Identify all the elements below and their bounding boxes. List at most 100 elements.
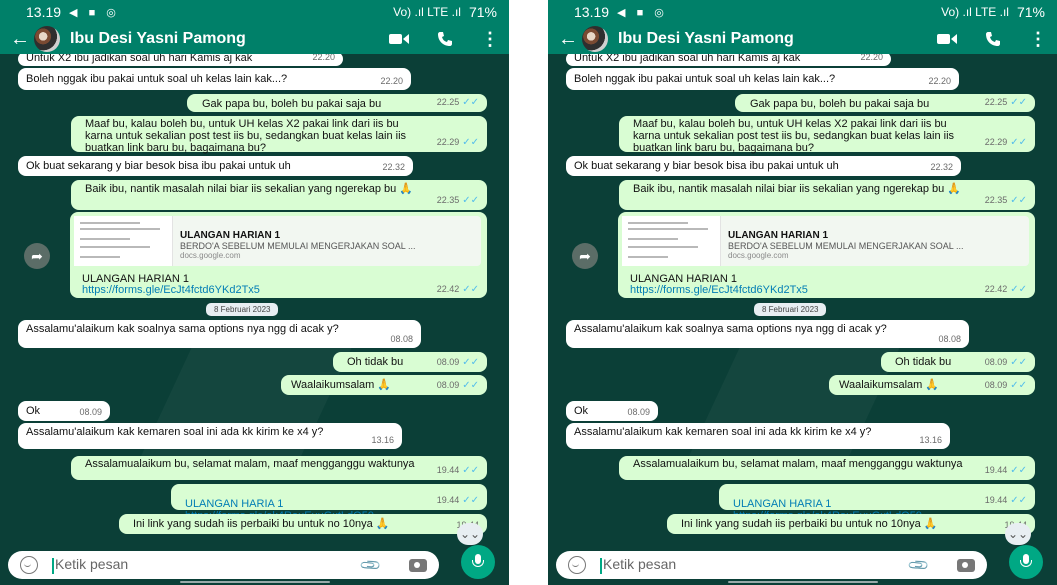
emoji-icon[interactable] [568, 556, 586, 574]
message-outgoing[interactable]: ULANGAN HARIA 1 https://forms.gle/ok4Rau… [719, 484, 1035, 522]
message-time: 22.20 [380, 76, 403, 86]
read-receipt-icon: ✓✓ [1010, 495, 1027, 506]
link-message[interactable]: ULANGAN HARIAN 1 BERDO'A SEBELUM MEMULAI… [618, 212, 1035, 298]
form-thumbnail [622, 216, 721, 266]
message-outgoing[interactable]: Ini link yang sudah iis perbaiki bu untu… [667, 514, 1035, 534]
message-outgoing[interactable]: Baik ibu, nantik masalah nilai biar iis … [619, 180, 1035, 210]
message-composer[interactable]: Ketik pesan 📎 [8, 551, 439, 579]
link-url[interactable]: https://forms.gle/EcJt4fctd6YKd2Tx5 [630, 284, 808, 296]
message-incoming[interactable]: Untuk X2 ibu jadikan soal uh hari Kamis … [18, 54, 343, 66]
message-incoming[interactable]: Assalamu'alaikum kak kemaren soal ini ad… [18, 423, 402, 449]
attach-icon[interactable]: 📎 [358, 553, 382, 577]
message-outgoing[interactable]: Baik ibu, nantik masalah nilai biar iis … [71, 180, 487, 210]
menu-icon[interactable]: ⋮ [481, 29, 499, 50]
message-time: 22.25 [984, 97, 1008, 107]
message-text: Assalamualaikum bu, selamat malam, maaf … [85, 458, 415, 470]
message-incoming[interactable]: Assalamu'alaikum kak soalnya sama option… [18, 320, 421, 348]
message-incoming[interactable]: Boleh nggak ibu pakai untuk soal uh kela… [18, 68, 411, 90]
link-preview[interactable]: ULANGAN HARIAN 1 BERDO'A SEBELUM MEMULAI… [74, 216, 481, 266]
scroll-down-icon[interactable]: ⌄⌄ [1005, 523, 1031, 545]
link-message[interactable]: ULANGAN HARIAN 1 BERDO'A SEBELUM MEMULAI… [70, 212, 487, 298]
date-divider: 8 Februari 2023 [206, 303, 279, 316]
back-arrow-icon[interactable]: ← [10, 28, 30, 51]
notification-icons: ◀ ■ ◎ [617, 6, 668, 19]
message-time: 22.35 [984, 195, 1008, 205]
message-text: Assalamu'alaikum kak kemaren soal ini ad… [26, 426, 324, 438]
message-time: 08.09 [984, 380, 1008, 390]
message-time: 08.09 [79, 407, 102, 417]
forward-icon[interactable]: ➦ [572, 243, 598, 269]
message-incoming[interactable]: Untuk X2 ibu jadikan soal uh hari Kamis … [566, 54, 891, 66]
contact-name[interactable]: Ibu Desi Yasni Pamong [618, 30, 794, 48]
camera-icon[interactable] [957, 558, 975, 572]
menu-icon[interactable]: ⋮ [1029, 29, 1047, 50]
message-time: 19.44 [436, 495, 460, 505]
avatar[interactable] [582, 26, 608, 52]
message-incoming[interactable]: Ok buat sekarang y biar besok bisa ibu p… [18, 156, 413, 176]
read-receipt-icon: ✓✓ [462, 495, 479, 506]
message-outgoing[interactable]: Gak papa bu, boleh bu pakai saja bu 22.2… [187, 94, 487, 112]
avatar[interactable] [34, 26, 60, 52]
message-input[interactable]: Ketik pesan [55, 556, 128, 572]
message-outgoing[interactable]: Ini link yang sudah iis perbaiki bu untu… [119, 514, 487, 534]
scroll-down-icon[interactable]: ⌄⌄ [457, 523, 483, 545]
link-preview[interactable]: ULANGAN HARIAN 1 BERDO'A SEBELUM MEMULAI… [622, 216, 1029, 266]
mic-button[interactable] [1009, 545, 1043, 579]
back-arrow-icon[interactable]: ← [558, 28, 578, 51]
message-outgoing[interactable]: ULANGAN HARIA 1 https://forms.gle/ok4Rau… [171, 484, 487, 522]
message-text: Maaf bu, kalau boleh bu, untuk UH kelas … [85, 118, 407, 154]
message-incoming[interactable]: Ok buat sekarang y biar besok bisa ibu p… [566, 156, 961, 176]
link-url[interactable]: https://forms.gle/EcJt4fctd6YKd2Tx5 [82, 284, 260, 296]
camera-icon[interactable] [409, 558, 427, 572]
message-outgoing[interactable]: Gak papa bu, boleh bu pakai saja bu 22.2… [735, 94, 1035, 112]
message-incoming[interactable]: Boleh nggak ibu pakai untuk soal uh kela… [566, 68, 959, 90]
message-text: Boleh nggak ibu pakai untuk soal uh kela… [26, 73, 288, 85]
message-outgoing[interactable]: Assalamualaikum bu, selamat malam, maaf … [619, 456, 1035, 480]
message-text: Assalamu'alaikum kak kemaren soal ini ad… [574, 426, 872, 438]
chat-header: ← Ibu Desi Yasni Pamong ⋮ [548, 24, 1057, 54]
message-time: 19.44 [984, 495, 1008, 505]
video-call-icon[interactable] [389, 33, 409, 45]
message-incoming[interactable]: Ok 08.09 [18, 401, 110, 421]
battery-level: 71% [468, 4, 497, 20]
message-time: 22.35 [436, 195, 460, 205]
message-time: 19.44 [984, 465, 1008, 475]
message-outgoing[interactable]: Maaf bu, kalau boleh bu, untuk UH kelas … [619, 116, 1035, 154]
message-outgoing[interactable]: Oh tidak bu 08.09 ✓✓ [333, 352, 487, 372]
emoji-icon[interactable] [20, 556, 38, 574]
message-composer[interactable]: Ketik pesan 📎 [556, 551, 987, 579]
message-outgoing[interactable]: Assalamualaikum bu, selamat malam, maaf … [71, 456, 487, 480]
chat-screen-left: 13.19 ◀ ■ ◎ Vo) .ıl LTE .ıl 71% ← Ibu De… [0, 0, 509, 585]
message-outgoing[interactable]: Waalaikumsalam 🙏 08.09 ✓✓ [281, 375, 487, 395]
notification-icons: ◀ ■ ◎ [69, 6, 120, 19]
phone-icon[interactable] [437, 31, 453, 47]
mic-button[interactable] [461, 545, 495, 579]
forward-icon[interactable]: ➦ [24, 243, 50, 269]
message-input[interactable]: Ketik pesan [603, 556, 676, 572]
message-outgoing[interactable]: Maaf bu, kalau boleh bu, untuk UH kelas … [71, 116, 487, 154]
message-incoming[interactable]: Ok 08.09 [566, 401, 658, 421]
phone-icon[interactable] [985, 31, 1001, 47]
read-receipt-icon: ✓✓ [1010, 137, 1027, 148]
read-receipt-icon: ✓✓ [462, 465, 479, 476]
read-receipt-icon: ✓✓ [462, 380, 479, 391]
message-text: Waalaikumsalam 🙏 [839, 379, 940, 391]
preview-host: docs.google.com [728, 251, 789, 260]
message-time: 22.25 [436, 97, 460, 107]
message-incoming[interactable]: Assalamu'alaikum kak kemaren soal ini ad… [566, 423, 950, 449]
message-text: Baik ibu, nantik masalah nilai biar iis … [633, 183, 961, 195]
message-outgoing[interactable]: Waalaikumsalam 🙏 08.09 ✓✓ [829, 375, 1035, 395]
message-time: 13.16 [919, 435, 942, 445]
attach-icon[interactable]: 📎 [906, 553, 930, 577]
message-incoming[interactable]: Assalamu'alaikum kak soalnya sama option… [566, 320, 969, 348]
message-text: Boleh nggak ibu pakai untuk soal uh kela… [574, 73, 836, 85]
preview-title: ULANGAN HARIAN 1 [728, 230, 828, 241]
video-call-icon[interactable] [937, 33, 957, 45]
message-text: Baik ibu, nantik masalah nilai biar iis … [85, 183, 413, 195]
contact-name[interactable]: Ibu Desi Yasni Pamong [70, 30, 246, 48]
message-text: Ini link yang sudah iis perbaiki bu untu… [133, 518, 390, 530]
message-outgoing[interactable]: Oh tidak bu 08.09 ✓✓ [881, 352, 1035, 372]
read-receipt-icon: ✓✓ [1010, 97, 1027, 108]
battery-level: 71% [1016, 4, 1045, 20]
message-text: Gak papa bu, boleh bu pakai saja bu [202, 98, 382, 110]
